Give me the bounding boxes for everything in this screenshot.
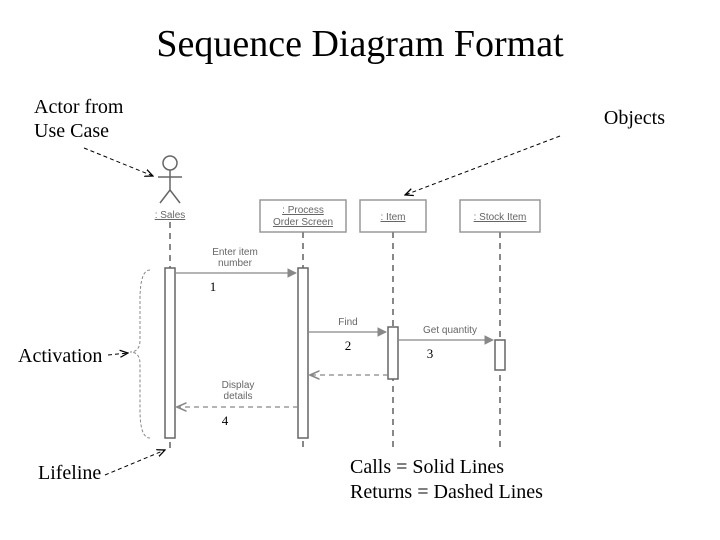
message-find: Find 2	[308, 317, 386, 353]
svg-text:details: details	[224, 391, 253, 402]
svg-text:Get quantity: Get quantity	[423, 325, 477, 336]
message-display-details: Display details 4	[177, 380, 298, 428]
message-get-quantity: Get quantity 3	[398, 325, 493, 361]
activation-p2	[388, 327, 398, 379]
svg-text:: Process: : Process	[282, 205, 324, 216]
activation-p1	[298, 268, 308, 438]
annotation-arrow-lifeline	[105, 450, 165, 475]
svg-text:Display: Display	[222, 380, 255, 391]
step-number-2: 2	[345, 338, 352, 353]
object-stock-item: : Stock Item	[460, 200, 540, 232]
step-number-3: 3	[427, 346, 434, 361]
annotation-arrow-activation	[108, 353, 128, 355]
activation-p3	[495, 340, 505, 370]
activation-actor	[165, 268, 175, 438]
svg-text:number: number	[218, 258, 253, 269]
svg-text:Order Screen: Order Screen	[273, 217, 333, 228]
actor-sales: : Sales	[155, 156, 186, 221]
step-number-4: 4	[222, 413, 229, 428]
object-item: : Item	[360, 200, 426, 232]
actor-label: : Sales	[155, 210, 186, 221]
annotation-arrow-actor	[84, 148, 153, 176]
sequence-diagram: : Sales : Process Order Screen : Item : …	[0, 0, 720, 540]
object-process-order-screen: : Process Order Screen	[260, 200, 346, 232]
svg-text:: Stock Item: : Stock Item	[474, 212, 527, 223]
svg-text:Enter item: Enter item	[212, 247, 258, 258]
annotation-arrow-objects	[405, 136, 560, 195]
step-number-1: 1	[210, 279, 217, 294]
svg-text:Find: Find	[338, 317, 357, 328]
message-enter-item-number: Enter item number 1	[175, 247, 296, 294]
svg-text:: Item: : Item	[380, 212, 405, 223]
activation-brace	[130, 270, 150, 438]
